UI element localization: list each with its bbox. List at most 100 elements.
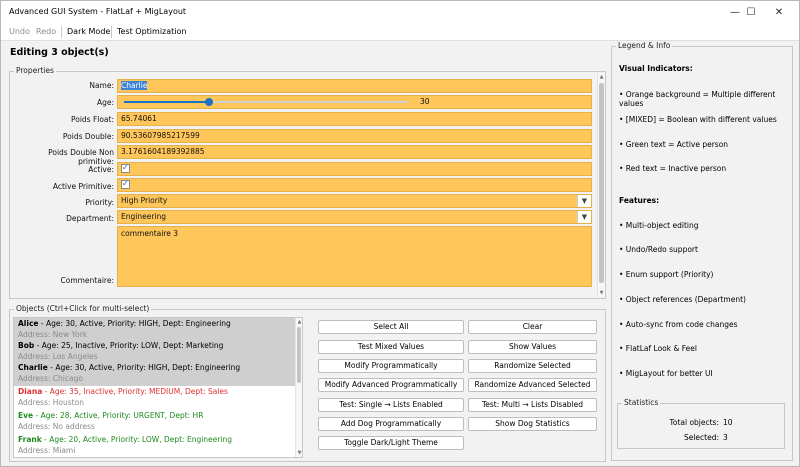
legend-item: • Red text = Inactive person	[619, 164, 727, 173]
menu-bar: Undo Redo Dark Mode Test Optimization	[1, 23, 799, 41]
features-heading: Features:	[619, 196, 660, 205]
window-title: Advanced GUI System - FlatLaf + MigLayou…	[9, 7, 187, 16]
close-button[interactable]: ✕	[759, 1, 799, 23]
priority-combo[interactable]: High Priority ▼	[117, 194, 592, 208]
poids-double-np-field[interactable]: 3.1761604189392885	[117, 145, 592, 159]
page-title: Editing 3 object(s)	[10, 47, 109, 58]
commentaire-textarea[interactable]: commentaire 3	[117, 226, 592, 287]
person-address: Address: No address	[18, 422, 95, 431]
show-dog-statistics-button[interactable]: Show Dog Statistics	[468, 417, 597, 431]
test-single-lists-enabled-button[interactable]: Test: Single → Lists Enabled	[318, 398, 464, 412]
active-label: Active:	[88, 165, 114, 174]
clear-button[interactable]: Clear	[468, 320, 597, 334]
person-name: Eve	[18, 411, 34, 420]
objects-list[interactable]: Alice - Age: 30, Active, Priority: HIGH,…	[13, 317, 303, 458]
priority-label: Priority:	[85, 198, 114, 207]
active-primitive-checkbox[interactable]	[121, 178, 130, 190]
person-address: Address: Los Angeles	[18, 352, 98, 361]
name-label: Name:	[89, 81, 114, 90]
list-item[interactable]: Charlie - Age: 30, Active, Priority: HIG…	[14, 362, 302, 386]
legend-item: • Orange background = Multiple different…	[619, 90, 776, 108]
poids-double-field[interactable]: 90.53607985217599	[117, 129, 592, 143]
person-name: Frank	[18, 435, 42, 444]
undo-menu-item[interactable]: Undo	[9, 27, 30, 36]
list-item[interactable]: Bob - Age: 25, Inactive, Priority: LOW, …	[14, 340, 302, 364]
legend-title: Legend & Info	[616, 41, 673, 50]
list-item-summary: Diana - Age: 35, Inactive, Priority: MED…	[18, 387, 228, 396]
select-all-button[interactable]: Select All	[318, 320, 464, 334]
list-item[interactable]: Eve - Age: 28, Active, Priority: URGENT,…	[14, 410, 302, 434]
test-multi-lists-disabled-button[interactable]: Test: Multi → Lists Disabled	[468, 398, 597, 412]
scroll-up-icon[interactable]: ▲	[296, 319, 303, 325]
list-item-summary: Eve - Age: 28, Active, Priority: URGENT,…	[18, 411, 203, 420]
scroll-up-icon[interactable]: ▲	[598, 74, 605, 80]
active-primitive-label: Active Primitive:	[52, 182, 114, 191]
total-objects-label: Total objects:	[669, 418, 719, 427]
chevron-down-icon[interactable]: ▼	[577, 211, 591, 223]
test-mixed-values-button[interactable]: Test Mixed Values	[318, 340, 464, 354]
total-objects-value: 10	[723, 418, 733, 427]
scroll-thumb[interactable]	[599, 83, 604, 283]
title-bar: Advanced GUI System - FlatLaf + MigLayou…	[1, 1, 799, 23]
name-value: Charlie	[121, 81, 148, 90]
age-slider-field: 30	[117, 95, 592, 109]
add-dog-button[interactable]: Add Dog Programmatically	[318, 417, 464, 431]
poids-float-field[interactable]: 65.74061	[117, 112, 592, 126]
poids-double-label: Poids Double:	[62, 132, 114, 141]
scroll-down-icon[interactable]: ▼	[598, 290, 605, 296]
properties-scrollbar[interactable]: ▲ ▼	[597, 73, 605, 297]
test-optimization-menu-item[interactable]: Test Optimization	[117, 27, 186, 36]
department-combo[interactable]: Engineering ▼	[117, 210, 592, 224]
poids-float-label: Poids Float:	[70, 115, 114, 124]
person-name: Charlie	[18, 363, 48, 372]
list-item-summary: Bob - Age: 25, Inactive, Priority: LOW, …	[18, 341, 223, 350]
scroll-thumb[interactable]	[297, 327, 301, 383]
randomize-advanced-selected-button[interactable]: Randomize Advanced Selected	[468, 378, 597, 392]
person-details: - Age: 30, Active, Priority: HIGH, Dept:…	[47, 363, 241, 372]
dark-mode-menu-item[interactable]: Dark Mode	[67, 27, 110, 36]
list-item-summary: Frank - Age: 20, Active, Priority: LOW, …	[18, 435, 232, 444]
list-item[interactable]: Diana - Age: 35, Inactive, Priority: MED…	[14, 386, 302, 410]
active-field	[117, 162, 592, 176]
age-label: Age:	[96, 98, 114, 107]
feature-item: • Undo/Redo support	[619, 245, 698, 254]
person-name: Diana	[18, 387, 43, 396]
list-item-summary: Alice - Age: 30, Active, Priority: HIGH,…	[18, 319, 231, 328]
modify-programmatically-button[interactable]: Modify Programmatically	[318, 359, 464, 373]
redo-menu-item[interactable]: Redo	[36, 27, 56, 36]
feature-item: • Enum support (Priority)	[619, 270, 714, 279]
properties-title: Properties	[14, 66, 56, 75]
department-value: Engineering	[121, 212, 166, 221]
list-item[interactable]: Frank - Age: 20, Active, Priority: LOW, …	[14, 434, 302, 457]
menu-separator	[111, 26, 112, 38]
show-values-button[interactable]: Show Values	[468, 340, 597, 354]
list-item[interactable]: Alice - Age: 30, Active, Priority: HIGH,…	[14, 318, 302, 342]
toggle-theme-button[interactable]: Toggle Dark/Light Theme	[318, 436, 464, 450]
modify-advanced-programmatically-button[interactable]: Modify Advanced Programmatically	[318, 378, 464, 392]
statistics-title: Statistics	[622, 398, 661, 407]
person-details: - Age: 20, Active, Priority: LOW, Dept: …	[41, 435, 232, 444]
age-value: 30	[420, 97, 430, 106]
age-slider-fill	[124, 101, 209, 103]
person-address: Address: Chicago	[18, 374, 83, 383]
randomize-selected-button[interactable]: Randomize Selected	[468, 359, 597, 373]
active-checkbox[interactable]	[121, 162, 130, 174]
chevron-down-icon[interactable]: ▼	[577, 195, 591, 207]
feature-item: • Multi-object editing	[619, 221, 699, 230]
close-icon: ✕	[774, 6, 784, 18]
objects-scrollbar[interactable]: ▲ ▼	[295, 318, 302, 457]
active-primitive-field	[117, 178, 592, 192]
person-name: Alice	[18, 319, 39, 328]
age-slider-thumb[interactable]	[205, 98, 213, 106]
list-item-summary: Charlie - Age: 30, Active, Priority: HIG…	[18, 363, 240, 372]
person-address: Address: New York	[18, 330, 88, 339]
commentaire-label: Commentaire:	[60, 276, 115, 285]
feature-item: • FlatLaf Look & Feel	[619, 344, 697, 353]
legend-item: • Green text = Active person	[619, 140, 729, 149]
age-slider-track[interactable]	[124, 98, 408, 106]
scroll-down-icon[interactable]: ▼	[296, 450, 303, 456]
person-address: Address: Houston	[18, 398, 84, 407]
name-field[interactable]: Charlie	[117, 79, 592, 93]
person-details: - Age: 35, Inactive, Priority: MEDIUM, D…	[42, 387, 228, 396]
menu-separator	[61, 26, 62, 38]
